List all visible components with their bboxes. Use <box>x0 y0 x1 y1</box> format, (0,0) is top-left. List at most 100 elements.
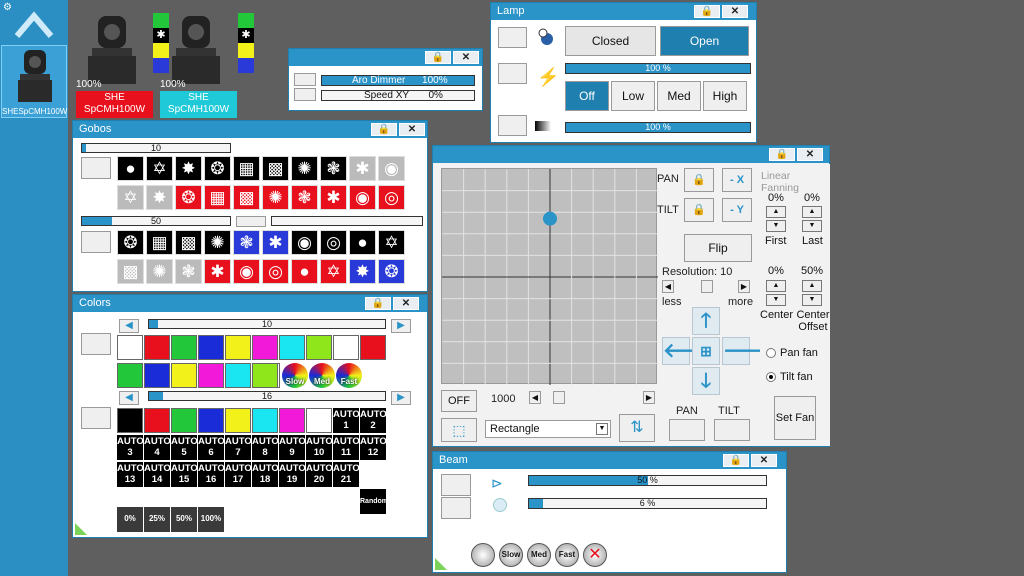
gobo-rotation-bar[interactable] <box>271 216 423 226</box>
auto-color-button[interactable]: AUTO 5 <box>171 435 198 460</box>
lamp-dimmer-bar[interactable]: 100 % <box>565 122 751 133</box>
speed-slider-thumb[interactable] <box>553 391 565 404</box>
percent-button[interactable]: 100% <box>198 507 224 532</box>
auto-color-button[interactable]: AUTO 12 <box>360 435 387 460</box>
close-icon[interactable]: ✕ <box>797 148 823 161</box>
lock-icon[interactable]: 🔒 <box>723 454 749 467</box>
gear-icon[interactable]: ⚙ <box>3 2 12 13</box>
lock-icon[interactable]: 🔒 <box>365 297 391 310</box>
pan-lock-button[interactable]: 🔒 <box>684 168 714 192</box>
auto-color-button[interactable]: AUTO 18 <box>252 462 279 487</box>
color-swatch[interactable] <box>333 335 359 360</box>
offset-up-button[interactable]: ▲ <box>802 280 822 292</box>
arrow-down-icon[interactable]: 🡓 <box>692 367 720 395</box>
color1-select-button[interactable] <box>81 333 111 355</box>
auto-color-button[interactable]: AUTO 19 <box>279 462 306 487</box>
gobo-cell[interactable]: ▩ <box>175 230 202 255</box>
arrow-right-icon[interactable]: 🡒 <box>722 337 777 365</box>
color-swatch[interactable] <box>252 363 278 388</box>
mode-med-button[interactable]: Med <box>657 81 701 111</box>
first-up-button[interactable]: ▲ <box>766 206 786 218</box>
slow-beam-button[interactable]: Slow <box>499 543 523 567</box>
gobo-cell[interactable]: ❃ <box>320 156 347 181</box>
color-swatch[interactable] <box>117 363 143 388</box>
color-swatch[interactable] <box>198 335 224 360</box>
auto-color-button[interactable]: AUTO 2 <box>360 408 387 433</box>
speed-more-button[interactable]: ▶ <box>643 391 655 404</box>
lock-icon[interactable]: 🔒 <box>694 5 720 18</box>
gobo-cell[interactable]: ✱ <box>262 230 289 255</box>
color-swatch[interactable] <box>144 408 170 433</box>
flip-button[interactable]: Flip <box>684 234 752 262</box>
gobo-cell[interactable]: ◎ <box>378 185 405 210</box>
arrow-left-icon[interactable]: 🡐 <box>662 337 717 365</box>
gobo-cell[interactable]: ● <box>291 259 318 284</box>
closed-button[interactable]: Closed <box>565 26 656 56</box>
gobo-cell[interactable]: ✺ <box>204 230 231 255</box>
auto-color-button[interactable]: AUTO 21 <box>333 462 360 487</box>
gobo-cell[interactable]: ▩ <box>262 156 289 181</box>
slow-color-button[interactable]: Slow <box>282 363 308 388</box>
mode-low-button[interactable]: Low <box>611 81 655 111</box>
speed-select-button[interactable] <box>294 88 316 101</box>
pan-fan-radio[interactable] <box>766 348 776 358</box>
fast-beam-button[interactable]: Fast <box>555 543 579 567</box>
gobo-cell[interactable]: ✺ <box>146 259 173 284</box>
auto-color-button[interactable]: AUTO 10 <box>306 435 333 460</box>
gobo-cell[interactable]: ❂ <box>117 230 144 255</box>
gobo-cell[interactable]: ❃ <box>233 230 260 255</box>
last-up-button[interactable]: ▲ <box>802 206 822 218</box>
auto-color-button[interactable]: AUTO 1 <box>333 408 360 433</box>
auto-color-button[interactable]: AUTO 15 <box>171 462 198 487</box>
color2-prev-button[interactable]: ◀ <box>119 391 139 405</box>
percent-button[interactable]: 0% <box>117 507 143 532</box>
shape-icon[interactable]: ⬚ <box>441 418 477 442</box>
gobo-cell[interactable]: ✱ <box>204 259 231 284</box>
color2-select-button[interactable] <box>81 407 111 429</box>
fast-color-button[interactable]: Fast <box>336 363 362 388</box>
gobo-cell[interactable]: ◉ <box>349 185 376 210</box>
open-button[interactable]: Open <box>660 26 749 56</box>
speed-xy-bar[interactable]: Speed XY 0% <box>321 90 475 101</box>
chevron-up-icon[interactable] <box>13 8 55 40</box>
set-fan-button[interactable]: Set Fan <box>774 396 816 440</box>
gobo-cell[interactable]: ◎ <box>320 230 347 255</box>
gobo-cell[interactable]: ✸ <box>175 156 202 181</box>
speed-less-button[interactable]: ◀ <box>529 391 541 404</box>
gobo-cell[interactable]: ✡ <box>320 259 347 284</box>
med-beam-button[interactable]: Med <box>527 543 551 567</box>
gobo-cell[interactable]: ✡ <box>378 230 405 255</box>
gobo-cell[interactable]: ● <box>349 230 376 255</box>
focus-bar[interactable]: 6 % <box>528 498 767 509</box>
close-icon[interactable]: ✕ <box>399 123 425 136</box>
arrow-up-icon[interactable]: 🡑 <box>692 307 720 335</box>
color-swatch[interactable] <box>117 335 143 360</box>
color-swatch[interactable] <box>117 408 143 433</box>
sidebar-fixture-item[interactable]: SHESpCMH100W <box>1 45 67 118</box>
zoom-select-button[interactable] <box>441 474 471 496</box>
auto-color-button[interactable]: AUTO 20 <box>306 462 333 487</box>
auto-color-button[interactable]: AUTO 17 <box>225 462 252 487</box>
tilt-lock-button[interactable]: 🔒 <box>684 198 714 222</box>
gobo-cell[interactable]: ◉ <box>291 230 318 255</box>
close-icon[interactable]: ✕ <box>393 297 419 310</box>
gobo-cell[interactable]: ◉ <box>378 156 405 181</box>
close-icon[interactable]: ✕ <box>453 51 479 64</box>
gobo-cell[interactable]: ◉ <box>233 259 260 284</box>
resize-grip-icon[interactable] <box>75 523 87 535</box>
color-swatch[interactable] <box>144 363 170 388</box>
gobo2-bar[interactable]: 50 <box>81 216 231 226</box>
mode-off-button[interactable]: Off <box>565 81 609 111</box>
auto-color-button[interactable]: AUTO 13 <box>117 462 144 487</box>
minus-x-button[interactable]: - X <box>722 168 752 192</box>
gobo-cell[interactable]: ✺ <box>262 185 289 210</box>
auto-color-button[interactable]: AUTO 11 <box>333 435 360 460</box>
gobo2-select-button[interactable] <box>81 231 111 253</box>
color-swatch[interactable] <box>171 363 197 388</box>
auto-color-button[interactable]: AUTO 3 <box>117 435 144 460</box>
last-down-button[interactable]: ▼ <box>802 220 822 232</box>
gobo-cell[interactable]: ▩ <box>233 185 260 210</box>
gobo1-select-button[interactable] <box>81 157 111 179</box>
auto-color-button[interactable]: AUTO 4 <box>144 435 171 460</box>
shutter-select-button[interactable] <box>498 27 527 48</box>
